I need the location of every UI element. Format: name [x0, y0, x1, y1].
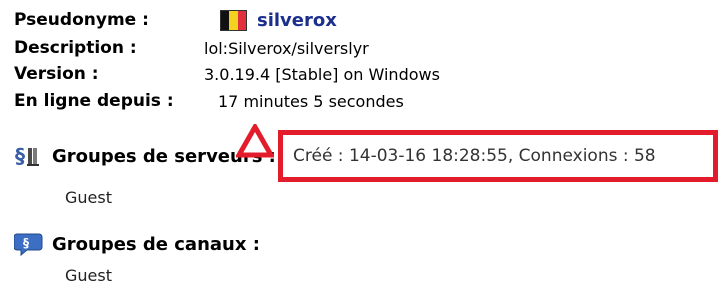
tooltip-text: Créé : 14-03-16 18:28:55, Connexions : 5… [293, 146, 656, 166]
online-row: En ligne depuis : 17 minutes 5 secondes [14, 89, 714, 113]
creation-tooltip: Créé : 14-03-16 18:28:55, Connexions : 5… [278, 130, 718, 182]
nickname-row: Pseudonyme : silverox [14, 8, 714, 32]
belgium-flag-icon [220, 9, 247, 31]
channel-groups-header: § Groupes de canaux : [13, 230, 260, 258]
nickname-text: silverox [257, 9, 337, 31]
server-group-icon: § [14, 142, 44, 170]
nickname-value: silverox [220, 9, 337, 31]
channel-groups-title: Groupes de canaux : [52, 233, 260, 255]
server-group-item: Guest [65, 188, 112, 207]
warning-triangle-icon [236, 124, 274, 158]
description-row: Description : lol:Silverox/silverslyr [14, 36, 714, 60]
nickname-label: Pseudonyme : [14, 10, 149, 30]
version-value: 3.0.19.4 [Stable] on Windows [204, 64, 440, 84]
description-label: Description : [14, 38, 137, 58]
svg-text:§: § [23, 236, 29, 250]
svg-text:§: § [15, 144, 25, 168]
online-value: 17 minutes 5 secondes [218, 91, 404, 111]
version-label: Version : [14, 64, 99, 84]
description-value: lol:Silverox/silverslyr [204, 38, 369, 58]
channel-group-item: Guest [65, 266, 112, 285]
channel-group-icon: § [13, 230, 44, 258]
online-label: En ligne depuis : [14, 91, 174, 111]
version-row: Version : 3.0.19.4 [Stable] on Windows [14, 62, 714, 86]
